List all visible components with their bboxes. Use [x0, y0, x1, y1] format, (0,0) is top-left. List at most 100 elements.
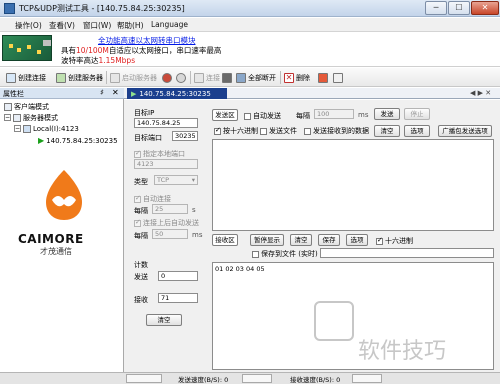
refresh-icon [176, 73, 186, 83]
send-textarea[interactable] [212, 139, 494, 231]
recv-hex-checkbox[interactable] [376, 236, 383, 245]
send-after-recv-checkbox[interactable] [304, 127, 311, 135]
local-port-field[interactable]: 4123 [134, 159, 198, 169]
recv-save-button[interactable]: 保存 [318, 234, 340, 246]
tree-item-server-mode[interactable]: − 服务器模式 [4, 112, 58, 123]
every-field[interactable]: 25 [152, 204, 188, 214]
create-connection-button[interactable]: 创建连接 [6, 72, 46, 84]
count-clear-button[interactable]: 清空 [146, 314, 182, 326]
send-file-checkbox[interactable] [260, 127, 267, 135]
save-path-field[interactable] [320, 248, 494, 258]
target-ip-field[interactable]: 140.75.84.25 [134, 118, 198, 128]
type-select[interactable]: TCP ▾ [154, 175, 198, 185]
connection-tab-icon: ▶ [131, 89, 137, 98]
refresh-icon-button[interactable] [176, 72, 186, 84]
start-server-button[interactable]: 启动服务器 [110, 72, 157, 84]
send-area-tab[interactable]: 发送区 [212, 109, 238, 121]
interval-field[interactable]: 100 [314, 109, 354, 119]
tab-connection[interactable]: ▶ 140.75.84.25:30235 [127, 88, 227, 99]
send-button[interactable]: 发送 [374, 108, 400, 120]
tree-item-client-mode[interactable]: 客户端模式 [4, 101, 49, 112]
menu-help[interactable]: 帮助(H) [117, 20, 144, 31]
recv-speed: 接收速度(B/S): 0 [290, 376, 341, 384]
auto-connect-checkbox[interactable] [134, 194, 141, 203]
recv-clear-button[interactable]: 清空 [290, 234, 312, 246]
app-icon [4, 3, 15, 14]
pin-icon[interactable]: ♯ [100, 88, 104, 97]
status-cell [242, 374, 272, 383]
hex-send-checkbox[interactable] [214, 126, 221, 135]
hex-send-toggle[interactable]: 按十六进制 [214, 126, 258, 136]
stop-button[interactable]: 停止 [404, 108, 430, 120]
caimore-logo [46, 170, 82, 220]
local-port-checkbox[interactable] [134, 149, 141, 158]
recv-options-button[interactable]: 选项 [346, 234, 368, 246]
interval-label: 每隔 [296, 112, 310, 120]
menu-view[interactable]: 查看(V) [49, 20, 75, 31]
logo-wordmark: CAIMORE [18, 232, 84, 246]
broadcast-options-button[interactable]: 广播包发送选项 [438, 125, 492, 137]
disconnect-all-button[interactable]: 全部断开 [236, 72, 276, 84]
panel-close-icon[interactable]: ✕ [112, 88, 119, 97]
send-options-button[interactable]: 选项 [404, 125, 430, 137]
auto-send-option[interactable]: 连接上后自动发送 [134, 218, 199, 228]
target-port-field[interactable]: 30235 [172, 131, 198, 141]
auto-send-checkbox[interactable] [134, 218, 141, 227]
send-file-toggle[interactable]: 发送文件 [260, 126, 297, 136]
chevron-down-icon: ▾ [191, 176, 195, 184]
send-count-label: 发送 [134, 273, 148, 281]
server-node-icon [23, 124, 31, 133]
menu-window[interactable]: 窗口(W) [83, 20, 111, 31]
collapse-toggle-icon[interactable]: − [14, 125, 21, 132]
settings-icon [318, 73, 328, 83]
menu-language[interactable]: Language [151, 20, 188, 29]
recv-area-tab[interactable]: 接收区 [212, 234, 238, 246]
menu-operate[interactable]: 操作(O) [15, 20, 42, 31]
every-unit: s [192, 206, 196, 214]
menu-bar: 操作(O) 查看(V) 窗口(W) 帮助(H) Language [0, 18, 500, 32]
send-clear-button[interactable]: 清空 [374, 125, 400, 137]
delete-button[interactable]: ✕ 删除 [284, 72, 310, 84]
collapse-toggle-icon[interactable]: − [4, 114, 11, 121]
settings-icon-button[interactable] [318, 72, 328, 84]
create-server-button[interactable]: 创建服务器 [56, 72, 103, 84]
module-image [2, 35, 52, 61]
save-to-file-toggle[interactable]: 保存到文件 (实时) [252, 249, 318, 259]
watermark-logo-icon [314, 301, 354, 341]
every2-label: 每隔 [134, 232, 148, 240]
panel-title: 属性栏 [3, 90, 24, 98]
minimize-button[interactable]: ─ [425, 1, 447, 15]
ad-banner: 全功能高速以太网转串口模块 具有10/100M自适应以太网接口，串口速率最高 波… [0, 33, 500, 67]
watermark: 软件技巧 [358, 339, 447, 364]
tab-nav-controls[interactable]: ◀ ▶ ✕ [470, 89, 491, 97]
delete-icon: ✕ [284, 73, 294, 83]
local-port-option[interactable]: 指定本地端口 [134, 149, 185, 159]
tree-item-remote[interactable]: ▶ 140.75.84.25:30235 [38, 135, 118, 146]
target-ip-label: 目标IP [134, 109, 155, 117]
send-count-field[interactable]: 0 [158, 271, 198, 281]
connect-button[interactable]: 连接 [194, 72, 220, 84]
maximize-button[interactable]: ☐ [448, 1, 470, 15]
help-icon-button[interactable] [333, 72, 343, 84]
save-to-file-checkbox[interactable] [252, 250, 259, 258]
close-button[interactable]: ✕ [471, 1, 499, 15]
stop-icon [162, 73, 172, 83]
recv-count-field[interactable]: 71 [158, 293, 198, 303]
stop-icon-button[interactable] [162, 72, 172, 84]
every2-field[interactable]: 50 [152, 229, 188, 239]
auto-connect-option[interactable]: 自动连接 [134, 194, 171, 204]
logo-chinese: 才茂通信 [40, 247, 72, 256]
every2-unit: ms [192, 231, 203, 239]
status-cell [126, 374, 162, 383]
connect-icon [194, 73, 204, 83]
disconnect-icon-button[interactable] [222, 72, 232, 84]
toolbar-separator [106, 71, 107, 84]
start-server-icon [110, 73, 120, 83]
auto-send-checkbox[interactable] [244, 112, 251, 120]
auto-send-toggle[interactable]: 自动发送 [244, 111, 281, 121]
tree-item-local[interactable]: − Local(I):4123 [14, 123, 79, 134]
pause-display-button[interactable]: 暂停显示 [250, 234, 284, 246]
send-after-recv-toggle[interactable]: 发送接收到的数据 [304, 126, 369, 136]
recv-hex-toggle[interactable]: 十六进制 [376, 236, 413, 246]
property-panel: 属性栏 ♯ ✕ 客户端模式 − 服务器模式 − Local(I):4123 ▶ … [0, 88, 124, 372]
